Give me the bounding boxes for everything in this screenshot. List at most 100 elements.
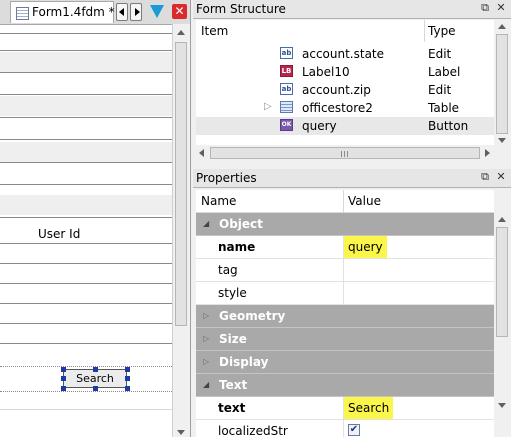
scrollbar-thumb[interactable] (496, 227, 508, 337)
properties-vertical-scrollbar[interactable] (494, 190, 510, 437)
tree-row-type: Edit (428, 83, 452, 97)
form-grid-strip (0, 195, 172, 215)
form-grid-line (0, 33, 172, 34)
property-row-name[interactable]: name query (196, 236, 494, 259)
form-dotted-guide (0, 391, 172, 392)
property-value[interactable]: query (344, 236, 387, 258)
form-grid-line (0, 72, 172, 73)
table-row-line (0, 343, 172, 344)
form-structure-tree: ab account.state Edit LB Label10 Label a… (196, 42, 494, 145)
form-grid-strip (0, 96, 172, 116)
scroll-down-icon[interactable] (498, 403, 506, 408)
resize-handle[interactable] (61, 376, 66, 381)
property-value[interactable] (344, 282, 352, 304)
form-grid-line (0, 94, 172, 95)
column-divider (343, 420, 344, 437)
property-group-object[interactable]: ◢ Object (196, 213, 494, 236)
document-tab-label: Form1.4fdm * (32, 5, 115, 19)
property-row-style[interactable]: style (196, 282, 494, 305)
localized-checkbox[interactable]: ✔ (348, 424, 360, 436)
form-structure-header: Item Type (196, 20, 494, 43)
group-label: Geometry (219, 309, 286, 323)
form-structure-titlebar: Form Structure ⧉ ✕ (193, 0, 511, 19)
tab-scroll-right-button[interactable] (130, 3, 142, 21)
item-column-header[interactable]: Item (201, 24, 228, 38)
table-row-line (0, 283, 172, 284)
form-grid-line (0, 50, 172, 51)
property-name: style (218, 286, 247, 300)
close-tab-button[interactable]: ✕ (172, 4, 187, 19)
scroll-right-icon[interactable] (485, 149, 490, 157)
column-divider[interactable] (424, 20, 425, 42)
float-panel-icon[interactable]: ⧉ (479, 2, 491, 14)
expand-arrow-icon[interactable]: ▷ (203, 357, 209, 366)
type-column-header[interactable]: Type (428, 24, 456, 38)
document-tab[interactable]: Form1.4fdm * (10, 1, 115, 23)
form-grid-line (0, 184, 172, 185)
close-panel-icon[interactable]: ✕ (495, 171, 507, 183)
scroll-up-icon[interactable] (498, 217, 506, 222)
resize-handle[interactable] (125, 376, 130, 381)
scroll-left-icon[interactable] (199, 149, 204, 157)
property-name: name (218, 240, 256, 254)
scroll-up-icon[interactable] (177, 30, 185, 35)
resize-handle[interactable] (93, 367, 98, 372)
label-icon: LB (280, 65, 293, 77)
form-dotted-guide (0, 366, 172, 367)
float-panel-icon[interactable]: ⧉ (479, 171, 491, 183)
tree-row-name: account.zip (302, 83, 371, 97)
tree-row-selected[interactable]: OK query Button (196, 117, 494, 135)
resize-handle[interactable] (93, 386, 98, 391)
tree-row[interactable]: ab account.state Edit (196, 45, 494, 63)
group-label: Text (219, 378, 248, 392)
scroll-down-icon[interactable] (498, 138, 506, 143)
scroll-up-icon[interactable] (498, 24, 506, 29)
property-group-text[interactable]: ◢ Text (196, 374, 494, 397)
collapse-arrow-icon[interactable]: ◢ (203, 380, 209, 389)
value-column-header[interactable]: Value (348, 194, 381, 208)
form-structure-horizontal-scrollbar[interactable] (196, 145, 494, 161)
tree-row[interactable]: LB Label10 Label (196, 63, 494, 81)
form-structure-vertical-scrollbar[interactable] (494, 20, 510, 145)
form-grid-line (0, 162, 172, 163)
name-column-header[interactable]: Name (201, 194, 236, 208)
property-row-localizedstr[interactable]: localizedStr ✔ (196, 420, 494, 437)
property-group-size[interactable]: ▷ Size (196, 328, 494, 351)
grip (341, 151, 342, 157)
form-grid-line (0, 117, 172, 118)
scrollbar-thumb[interactable] (210, 147, 480, 159)
document-tab-bar: Form1.4fdm * ✕ (0, 0, 190, 25)
group-label: Display (219, 355, 269, 369)
scrollbar-thumb[interactable] (496, 34, 508, 134)
expand-arrow-icon[interactable]: ▷ (203, 334, 209, 343)
collapse-arrow-icon[interactable]: ◢ (203, 219, 209, 228)
column-divider[interactable] (343, 190, 344, 212)
scrollbar-thumb[interactable] (175, 42, 187, 326)
property-value[interactable] (344, 259, 352, 281)
scroll-down-icon[interactable] (177, 430, 185, 435)
editor-vertical-scrollbar[interactable] (172, 24, 190, 437)
tree-row-type: Edit (428, 47, 452, 61)
expand-arrow-icon[interactable]: ▷ (264, 101, 272, 112)
tab-scroll-left-button[interactable] (116, 3, 128, 21)
property-group-geometry[interactable]: ▷ Geometry (196, 305, 494, 328)
table-icon (280, 101, 293, 113)
form-grid-line (0, 139, 172, 140)
resize-handle[interactable] (125, 386, 130, 391)
properties-header: Name Value (196, 190, 494, 213)
close-panel-icon[interactable]: ✕ (495, 2, 507, 14)
tree-row[interactable]: ab account.zip Edit (196, 81, 494, 99)
property-name: text (218, 401, 246, 415)
expand-arrow-icon[interactable]: ▷ (203, 311, 209, 320)
resize-handle[interactable] (61, 386, 66, 391)
property-row-tag[interactable]: tag (196, 259, 494, 282)
button-icon: OK (280, 119, 293, 131)
property-value[interactable]: Search (344, 397, 394, 419)
resize-handle[interactable] (61, 367, 66, 372)
property-group-display[interactable]: ▷ Display (196, 351, 494, 374)
property-row-text[interactable]: text Search (196, 397, 494, 420)
filter-icon[interactable] (150, 5, 164, 18)
tree-row[interactable]: ▷ officestore2 Table (196, 99, 494, 117)
tree-row-type: Table (428, 101, 460, 115)
resize-handle[interactable] (125, 367, 130, 372)
